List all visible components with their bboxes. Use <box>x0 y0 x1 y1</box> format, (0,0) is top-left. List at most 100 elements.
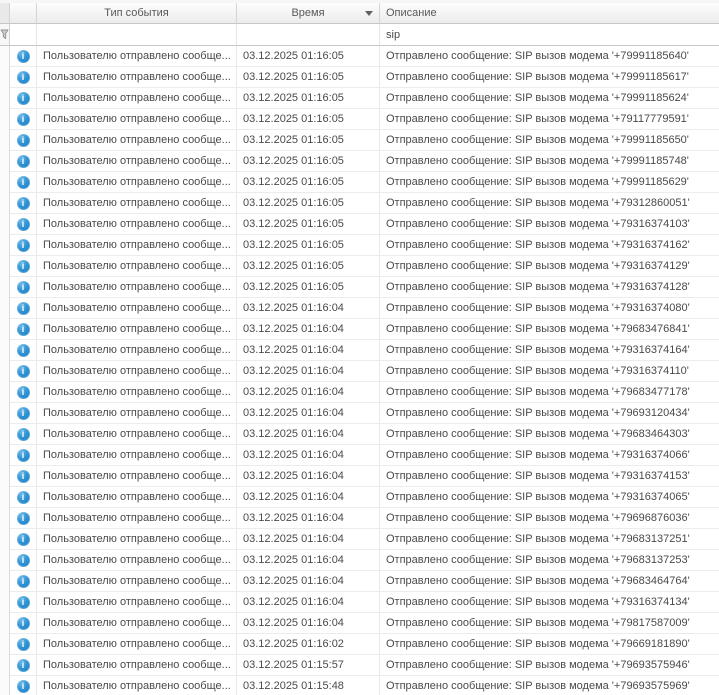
row-icon-cell[interactable]: i <box>10 256 37 277</box>
table-row[interactable]: i Пользователю отправлено сообще... 03.1… <box>0 676 719 695</box>
event-type-cell[interactable]: Пользователю отправлено сообще... <box>37 277 237 298</box>
time-cell[interactable]: 03.12.2025 01:16:04 <box>237 382 380 403</box>
row-icon-cell[interactable]: i <box>10 109 37 130</box>
row-icon-cell[interactable]: i <box>10 592 37 613</box>
row-icon-cell[interactable]: i <box>10 46 37 67</box>
event-type-cell[interactable]: Пользователю отправлено сообще... <box>37 256 237 277</box>
time-cell[interactable]: 03.12.2025 01:16:05 <box>237 46 380 67</box>
time-cell[interactable]: 03.12.2025 01:16:05 <box>237 277 380 298</box>
table-row[interactable]: i Пользователю отправлено сообще... 03.1… <box>0 655 719 676</box>
table-row[interactable]: i Пользователю отправлено сообще... 03.1… <box>0 109 719 130</box>
event-type-cell[interactable]: Пользователю отправлено сообще... <box>37 151 237 172</box>
event-type-cell[interactable]: Пользователю отправлено сообще... <box>37 46 237 67</box>
header-icon-column[interactable] <box>10 3 37 24</box>
row-icon-cell[interactable]: i <box>10 529 37 550</box>
time-cell[interactable]: 03.12.2025 01:16:04 <box>237 571 380 592</box>
time-cell[interactable]: 03.12.2025 01:16:05 <box>237 109 380 130</box>
time-cell[interactable]: 03.12.2025 01:16:05 <box>237 193 380 214</box>
event-type-cell[interactable]: Пользователю отправлено сообще... <box>37 67 237 88</box>
description-cell[interactable]: Отправлено сообщение: SIP вызов модема '… <box>380 67 719 88</box>
event-type-cell[interactable]: Пользователю отправлено сообще... <box>37 109 237 130</box>
time-cell[interactable]: 03.12.2025 01:16:04 <box>237 424 380 445</box>
description-cell[interactable]: Отправлено сообщение: SIP вызов модема '… <box>380 130 719 151</box>
description-cell[interactable]: Отправлено сообщение: SIP вызов модема '… <box>380 298 719 319</box>
event-type-cell[interactable]: Пользователю отправлено сообще... <box>37 466 237 487</box>
table-row[interactable]: i Пользователю отправлено сообще... 03.1… <box>0 634 719 655</box>
table-row[interactable]: i Пользователю отправлено сообще... 03.1… <box>0 487 719 508</box>
row-icon-cell[interactable]: i <box>10 172 37 193</box>
event-type-cell[interactable]: Пользователю отправлено сообще... <box>37 361 237 382</box>
time-cell[interactable]: 03.12.2025 01:16:04 <box>237 592 380 613</box>
table-row[interactable]: i Пользователю отправлено сообще... 03.1… <box>0 424 719 445</box>
time-cell[interactable]: 03.12.2025 01:16:02 <box>237 634 380 655</box>
row-icon-cell[interactable]: i <box>10 130 37 151</box>
time-cell[interactable]: 03.12.2025 01:16:04 <box>237 445 380 466</box>
event-type-cell[interactable]: Пользователю отправлено сообще... <box>37 130 237 151</box>
description-cell[interactable]: Отправлено сообщение: SIP вызов модема '… <box>380 487 719 508</box>
row-icon-cell[interactable]: i <box>10 550 37 571</box>
description-cell[interactable]: Отправлено сообщение: SIP вызов модема '… <box>380 319 719 340</box>
table-row[interactable]: i Пользователю отправлено сообще... 03.1… <box>0 235 719 256</box>
table-row[interactable]: i Пользователю отправлено сообще... 03.1… <box>0 403 719 424</box>
time-cell[interactable]: 03.12.2025 01:16:04 <box>237 550 380 571</box>
row-icon-cell[interactable]: i <box>10 403 37 424</box>
time-cell[interactable]: 03.12.2025 01:16:04 <box>237 487 380 508</box>
table-row[interactable]: i Пользователю отправлено сообще... 03.1… <box>0 172 719 193</box>
description-cell[interactable]: Отправлено сообщение: SIP вызов модема '… <box>380 466 719 487</box>
time-cell[interactable]: 03.12.2025 01:16:04 <box>237 466 380 487</box>
time-cell[interactable]: 03.12.2025 01:16:04 <box>237 529 380 550</box>
row-icon-cell[interactable]: i <box>10 424 37 445</box>
row-icon-cell[interactable]: i <box>10 487 37 508</box>
description-cell[interactable]: Отправлено сообщение: SIP вызов модема '… <box>380 529 719 550</box>
time-cell[interactable]: 03.12.2025 01:16:05 <box>237 172 380 193</box>
description-cell[interactable]: Отправлено сообщение: SIP вызов модема '… <box>380 403 719 424</box>
table-row[interactable]: i Пользователю отправлено сообще... 03.1… <box>0 46 719 67</box>
time-cell[interactable]: 03.12.2025 01:15:48 <box>237 676 380 695</box>
time-cell[interactable]: 03.12.2025 01:16:04 <box>237 319 380 340</box>
time-cell[interactable]: 03.12.2025 01:16:04 <box>237 508 380 529</box>
description-cell[interactable]: Отправлено сообщение: SIP вызов модема '… <box>380 445 719 466</box>
event-type-cell[interactable]: Пользователю отправлено сообще... <box>37 655 237 676</box>
event-type-cell[interactable]: Пользователю отправлено сообще... <box>37 172 237 193</box>
row-icon-cell[interactable]: i <box>10 235 37 256</box>
description-cell[interactable]: Отправлено сообщение: SIP вызов модема '… <box>380 151 719 172</box>
table-row[interactable]: i Пользователю отправлено сообще... 03.1… <box>0 571 719 592</box>
column-header-event-type[interactable]: Тип события <box>37 3 237 24</box>
time-cell[interactable]: 03.12.2025 01:16:05 <box>237 67 380 88</box>
description-cell[interactable]: Отправлено сообщение: SIP вызов модема '… <box>380 193 719 214</box>
event-type-cell[interactable]: Пользователю отправлено сообще... <box>37 508 237 529</box>
event-type-cell[interactable]: Пользователю отправлено сообще... <box>37 403 237 424</box>
row-icon-cell[interactable]: i <box>10 634 37 655</box>
description-cell[interactable]: Отправлено сообщение: SIP вызов модема '… <box>380 88 719 109</box>
time-cell[interactable]: 03.12.2025 01:16:04 <box>237 403 380 424</box>
row-icon-cell[interactable]: i <box>10 613 37 634</box>
row-icon-cell[interactable]: i <box>10 655 37 676</box>
description-cell[interactable]: Отправлено сообщение: SIP вызов модема '… <box>380 340 719 361</box>
row-icon-cell[interactable]: i <box>10 340 37 361</box>
row-icon-cell[interactable]: i <box>10 88 37 109</box>
event-type-cell[interactable]: Пользователю отправлено сообще... <box>37 340 237 361</box>
time-cell[interactable]: 03.12.2025 01:16:05 <box>237 235 380 256</box>
table-row[interactable]: i Пользователю отправлено сообще... 03.1… <box>0 508 719 529</box>
event-type-cell[interactable]: Пользователю отправлено сообще... <box>37 445 237 466</box>
event-type-cell[interactable]: Пользователю отправлено сообще... <box>37 193 237 214</box>
description-cell[interactable]: Отправлено сообщение: SIP вызов модема '… <box>380 382 719 403</box>
time-cell[interactable]: 03.12.2025 01:16:04 <box>237 340 380 361</box>
table-row[interactable]: i Пользователю отправлено сообще... 03.1… <box>0 88 719 109</box>
table-row[interactable]: i Пользователю отправлено сообще... 03.1… <box>0 151 719 172</box>
row-icon-cell[interactable]: i <box>10 214 37 235</box>
row-icon-cell[interactable]: i <box>10 361 37 382</box>
event-type-cell[interactable]: Пользователю отправлено сообще... <box>37 214 237 235</box>
description-cell[interactable]: Отправлено сообщение: SIP вызов модема '… <box>380 550 719 571</box>
event-type-cell[interactable]: Пользователю отправлено сообще... <box>37 571 237 592</box>
table-row[interactable]: i Пользователю отправлено сообще... 03.1… <box>0 340 719 361</box>
time-cell[interactable]: 03.12.2025 01:16:05 <box>237 88 380 109</box>
table-row[interactable]: i Пользователю отправлено сообще... 03.1… <box>0 130 719 151</box>
description-cell[interactable]: Отправлено сообщение: SIP вызов модема '… <box>380 256 719 277</box>
table-row[interactable]: i Пользователю отправлено сообще... 03.1… <box>0 277 719 298</box>
event-type-cell[interactable]: Пользователю отправлено сообще... <box>37 487 237 508</box>
time-cell[interactable]: 03.12.2025 01:16:05 <box>237 130 380 151</box>
time-cell[interactable]: 03.12.2025 01:16:04 <box>237 361 380 382</box>
table-row[interactable]: i Пользователю отправлено сообще... 03.1… <box>0 613 719 634</box>
event-type-cell[interactable]: Пользователю отправлено сообще... <box>37 529 237 550</box>
